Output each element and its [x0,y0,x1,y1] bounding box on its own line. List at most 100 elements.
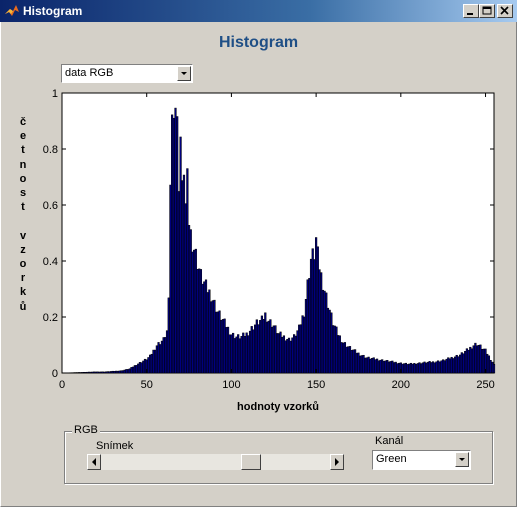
histogram-bar [265,321,269,374]
histogram-bar [267,320,270,374]
histogram-bar [89,371,92,374]
histogram-bar [82,371,86,374]
y-tick-label: 0.8 [43,144,58,156]
histogram-bar [404,362,407,374]
histogram-bar [274,325,277,374]
histogram-bar [350,350,353,374]
histogram-bar [157,342,160,374]
y-tick-label: 1 [52,88,58,100]
channel-select-dropdown[interactable]: Green [372,450,471,470]
histogram-bar [116,370,119,374]
histogram-bar [94,371,97,374]
channel-select-arrow-button[interactable] [455,452,469,467]
histogram-bar [340,342,343,374]
histogram-bar [101,371,104,374]
histogram-bar [442,359,445,374]
histogram-bar [443,360,446,374]
histogram-bar [206,292,209,374]
histogram-bar [196,268,199,374]
histogram-bar [277,333,280,374]
histogram-bar [126,369,130,374]
histogram-bar [467,349,470,374]
histogram-bar [445,358,448,374]
histogram-bar [120,370,123,374]
slider-thumb[interactable] [241,454,262,470]
histogram-bar [243,336,247,374]
histogram-bar [437,360,440,374]
histogram-bar [453,356,457,374]
histogram-bar [348,346,352,374]
histogram-bar [362,354,365,374]
histogram-bar [182,174,186,374]
histogram-bar [330,312,333,374]
histogram-bar [91,371,94,374]
histogram-bar [369,358,372,374]
histogram-bar [472,345,475,374]
x-axis-label: hodnoty vzorků [237,401,319,413]
frame-slider[interactable] [87,454,344,470]
histogram-bar [172,117,175,374]
histogram-bar [376,358,379,374]
histogram-bar [132,366,135,374]
histogram-bar [379,359,382,374]
histogram-bar [237,334,240,374]
rgb-panel-title: RGB [72,424,100,436]
histogram-bar [93,371,96,374]
histogram-bar [133,365,136,374]
histogram-bar [477,344,480,374]
histogram-bar [403,363,406,374]
histogram-bar [384,360,387,374]
histogram-bar [270,326,274,374]
histogram-bar [228,334,231,374]
histogram-bar [464,351,467,374]
histogram-bar [291,337,294,374]
histogram-bar [111,370,114,374]
histogram-bar [98,371,101,374]
histogram-bar [113,371,116,374]
histogram-bar [398,362,401,374]
histogram-bar [215,311,218,374]
histogram-bar [331,325,335,374]
histogram-bar [220,319,223,374]
histogram-bar [450,356,453,374]
histogram-bar [138,362,142,374]
histogram-bar [225,327,228,374]
histogram-bar [282,335,286,374]
histogram-bar [276,333,279,374]
histogram-bar [313,259,316,374]
slider-right-button[interactable] [330,454,344,470]
frame-label: Snímek [96,440,134,452]
histogram-bar [159,344,162,374]
histogram-bar [411,363,414,374]
histogram-bar [213,299,216,374]
histogram-bar [106,371,109,374]
histogram-bar [110,371,113,374]
histogram-bar [150,353,153,374]
histogram-bar [492,364,496,374]
histogram-bar [455,354,458,374]
histogram-bar [359,355,362,374]
histogram-bar [137,363,140,374]
x-tick-label: 0 [59,379,65,391]
histogram-bar [154,349,157,374]
x-tick-label: 250 [476,379,494,391]
histogram-bar [377,360,380,374]
histogram-bar [147,357,150,374]
histogram-bar [140,362,143,374]
histogram-bar [211,300,214,374]
histogram-bar [413,363,416,374]
histogram-bar [326,307,330,374]
histogram-bar [303,316,306,374]
slider-left-button[interactable] [87,454,101,470]
histogram-bar [208,289,211,374]
histogram-bar [345,346,348,374]
histogram-bar [482,348,485,374]
histogram-bar [248,330,252,374]
histogram-bar [142,360,145,374]
histogram-bar [333,325,336,374]
histogram-bar [88,371,91,374]
histogram-bar [130,367,133,374]
histogram-bar [370,358,374,374]
histogram-bar [169,184,172,374]
histogram-bar [465,348,468,374]
